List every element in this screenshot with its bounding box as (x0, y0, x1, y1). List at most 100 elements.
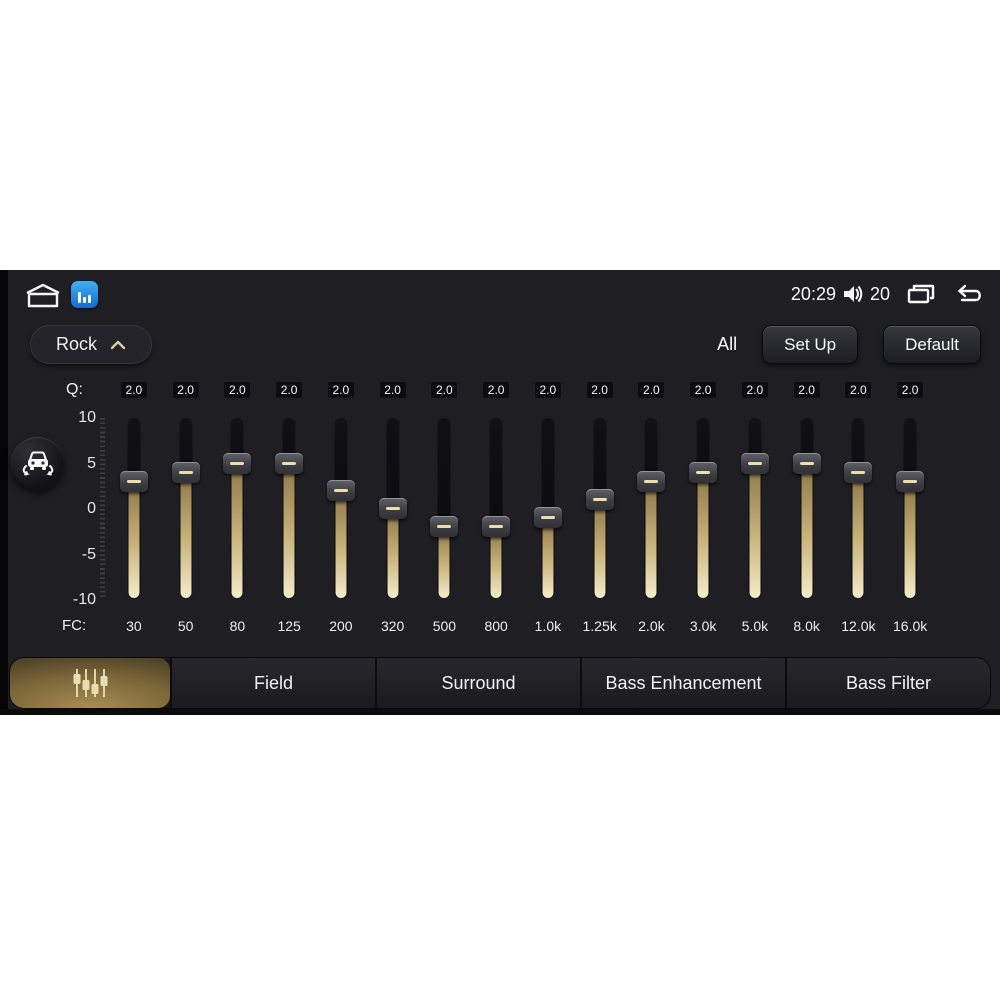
band-slider[interactable] (263, 418, 315, 598)
band-freq-label: 500 (432, 618, 457, 634)
slider-handle-dash (592, 497, 607, 501)
slider-handle-dash (903, 479, 918, 483)
band-q-value: 2.0 (378, 381, 407, 399)
tab-equalizer[interactable] (10, 658, 170, 708)
status-bar-right: 20:29 20 (791, 279, 984, 309)
band-freq-label: 80 (229, 618, 246, 634)
band-slider-handle[interactable] (223, 452, 252, 474)
gain-scale-label: -5 (81, 545, 96, 563)
band-slider-fill (180, 472, 192, 598)
band-freq-label: 5.0k (741, 618, 769, 634)
band-slider[interactable] (367, 418, 419, 598)
band-slider-handle[interactable] (585, 488, 614, 510)
band-slider-handle[interactable] (171, 461, 200, 483)
screen-bottom-edge (0, 709, 1000, 715)
band-slider[interactable] (315, 418, 367, 598)
slider-handle-dash (126, 479, 141, 483)
band-slider-fill (801, 463, 813, 598)
eq-band: 2.0 200 (315, 381, 367, 634)
eq-band: 2.0 80 (212, 381, 264, 634)
band-slider-handle[interactable] (844, 461, 873, 483)
all-label[interactable]: All (717, 334, 737, 355)
eq-band: 2.0 320 (367, 381, 419, 634)
band-freq-label: 12.0k (841, 618, 876, 634)
eq-band: 2.0 8.0k (781, 381, 833, 634)
volume-icon (843, 285, 863, 303)
eq-band: 2.0 125 (263, 381, 315, 634)
band-slider-handle[interactable] (740, 452, 769, 474)
gain-scale-label: 5 (87, 454, 96, 472)
band-slider[interactable] (677, 418, 729, 598)
slider-handle-dash (540, 515, 555, 519)
band-slider-fill (490, 526, 502, 598)
q-row-label: Q: (66, 381, 83, 398)
band-slider[interactable] (212, 418, 264, 598)
band-slider-handle[interactable] (119, 470, 148, 492)
band-freq-label: 50 (177, 618, 194, 634)
band-slider-handle[interactable] (430, 515, 459, 537)
band-slider[interactable] (626, 418, 678, 598)
slider-handle-dash (644, 479, 659, 483)
band-slider[interactable] (522, 418, 574, 598)
band-slider[interactable] (160, 418, 212, 598)
band-slider-handle[interactable] (378, 497, 407, 519)
tab-bass-enhancement[interactable]: Bass Enhancement (580, 658, 785, 708)
band-slider[interactable] (781, 418, 833, 598)
band-slider-fill (594, 499, 606, 598)
band-slider-handle[interactable] (326, 479, 355, 501)
tab-bass-filter[interactable]: Bass Filter (785, 658, 990, 708)
eq-band: 2.0 5.0k (729, 381, 781, 634)
band-slider-handle[interactable] (637, 470, 666, 492)
band-freq-label: 30 (126, 618, 142, 634)
clock: 20:29 (790, 283, 836, 304)
eq-band: 2.0 1.25k (574, 381, 626, 634)
band-slider[interactable] (729, 418, 781, 598)
default-button[interactable]: Default (883, 325, 981, 364)
band-q-value: 2.0 (844, 381, 873, 399)
band-slider-handle[interactable] (792, 452, 821, 474)
slider-handle-dash (230, 461, 245, 465)
recents-button[interactable] (906, 282, 936, 306)
eq-band: 2.0 16.0k (884, 381, 936, 634)
band-q-value: 2.0 (585, 381, 614, 399)
band-q-value: 2.0 (119, 381, 148, 399)
band-slider[interactable] (419, 418, 471, 598)
band-slider-fill (542, 517, 554, 598)
band-slider-handle[interactable] (482, 515, 511, 537)
tab-surround[interactable]: Surround (375, 658, 580, 708)
band-slider-fill (697, 472, 709, 598)
equalizer-sliders-icon (73, 669, 108, 697)
band-slider[interactable] (574, 418, 626, 598)
band-slider-handle[interactable] (896, 470, 925, 492)
back-button[interactable] (952, 283, 984, 305)
band-slider[interactable] (108, 418, 160, 598)
tab-field[interactable]: Field (170, 658, 375, 708)
setup-button[interactable]: Set Up (762, 325, 859, 364)
home-button[interactable] (23, 282, 63, 310)
volume-value: 20 (869, 283, 890, 304)
preset-selector[interactable]: Rock (30, 325, 152, 364)
slider-handle-dash (696, 470, 711, 474)
band-slider[interactable] (470, 418, 522, 598)
band-freq-label: 8.0k (793, 618, 820, 634)
sound-field-car-button[interactable] (11, 437, 64, 490)
band-slider-handle[interactable] (533, 506, 562, 528)
band-slider[interactable] (884, 418, 936, 598)
car-rotate-icon (22, 451, 53, 475)
band-slider[interactable] (833, 418, 885, 598)
band-slider-handle[interactable] (689, 461, 718, 483)
band-slider-fill (904, 481, 916, 598)
slider-handle-dash (851, 470, 866, 474)
slider-handle-dash (747, 461, 762, 465)
bands-container: 2.0 30 2.0 50 2.0 80 2.0 125 2.0 200 2.0… (108, 381, 936, 634)
band-slider-handle[interactable] (275, 452, 304, 474)
eq-app-button[interactable] (71, 281, 98, 308)
eq-band: 2.0 30 (108, 381, 160, 634)
band-slider-fill (852, 472, 864, 598)
band-q-value: 2.0 (430, 381, 459, 399)
band-freq-label: 16.0k (893, 618, 928, 634)
slider-handle-dash (333, 488, 348, 492)
band-slider-fill (749, 463, 761, 598)
gain-scale-label: -10 (72, 591, 96, 608)
band-freq-label: 1.25k (582, 618, 617, 634)
